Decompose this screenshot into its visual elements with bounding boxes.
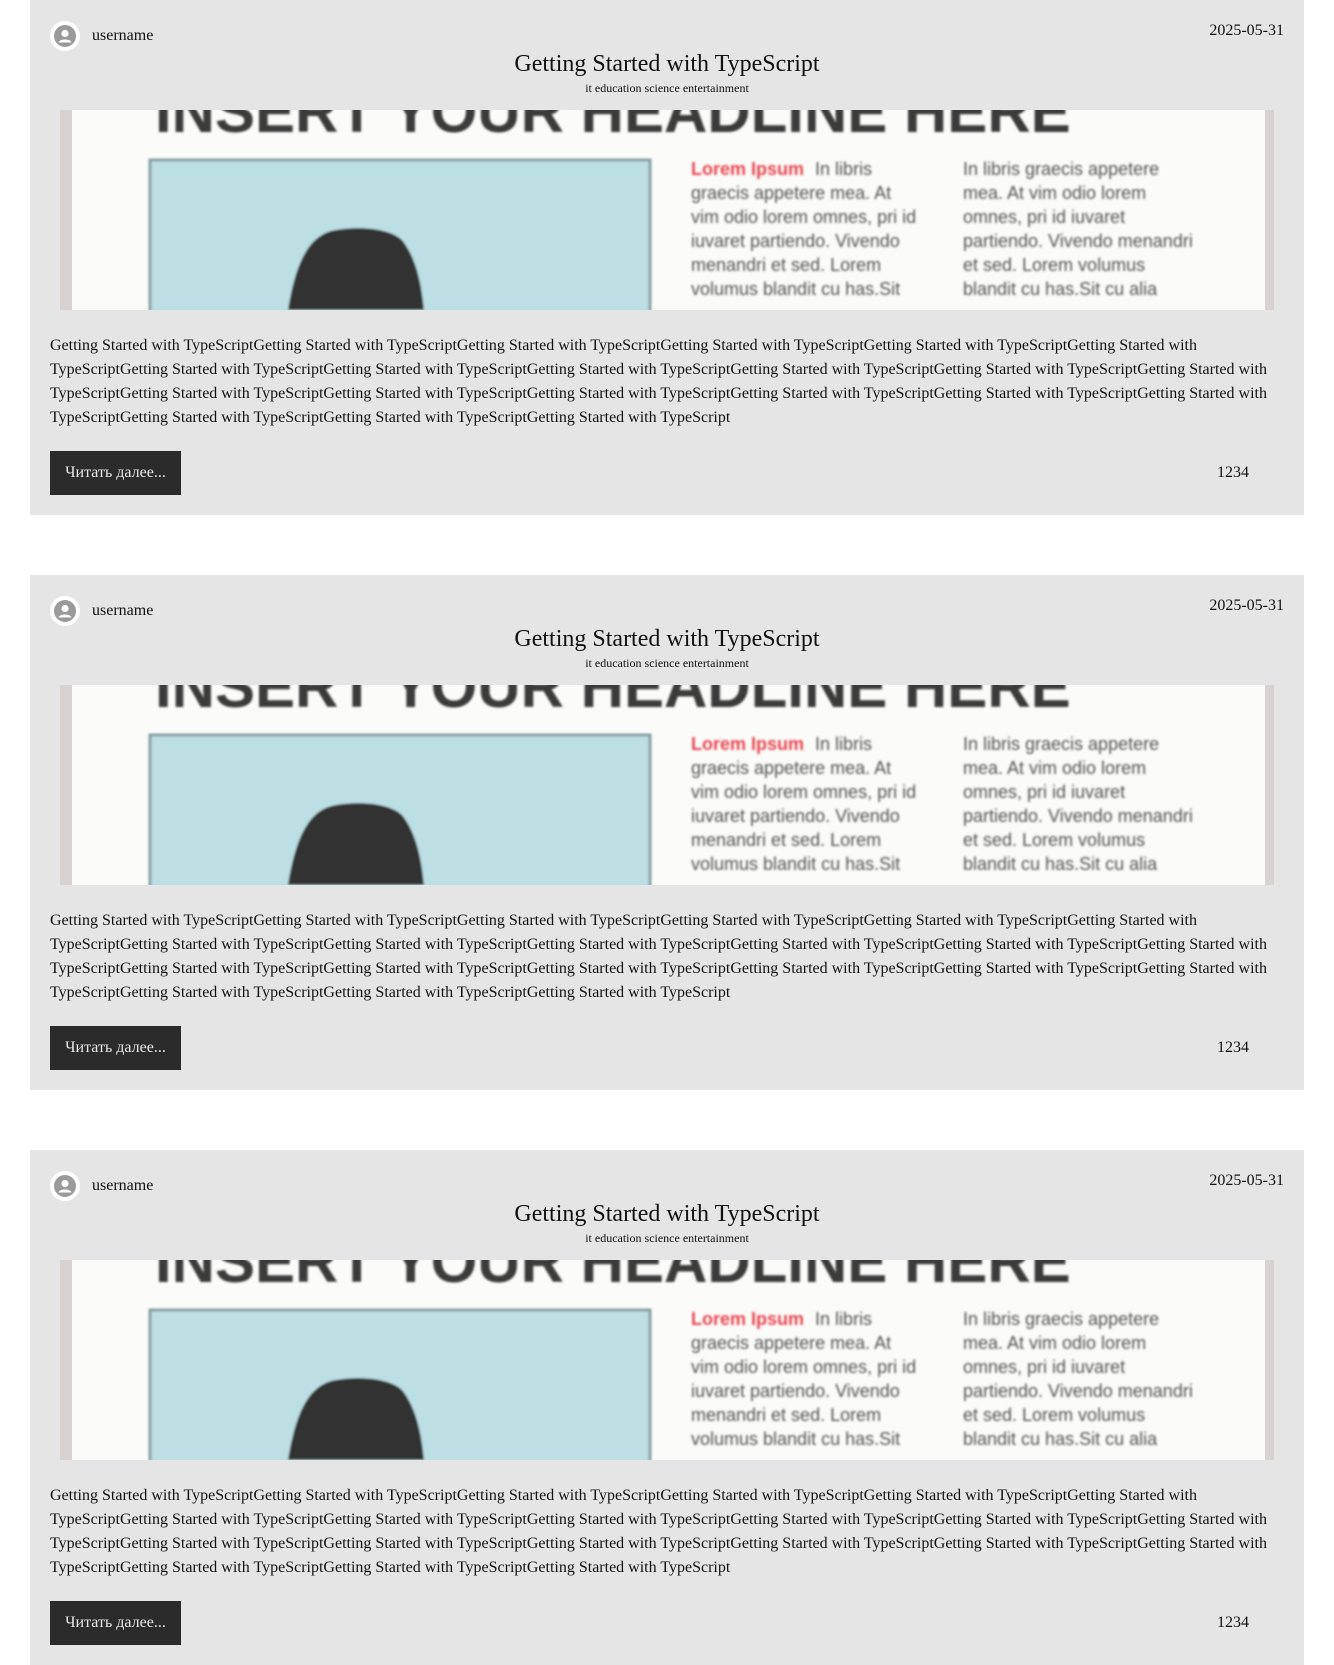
post-title[interactable]: Getting Started with TypeScript xyxy=(30,1199,1304,1229)
cover-col1-line: menandri et sed. Lorem xyxy=(691,1405,881,1425)
cover-col2-line: In libris graecis appetere xyxy=(963,159,1159,179)
cover-col2-line: mea. At vim odio lorem xyxy=(963,183,1146,203)
read-more-button[interactable]: Читать далее... xyxy=(50,451,181,495)
cover-col2-line: In libris graecis appetere xyxy=(963,734,1159,754)
post-date: 2025-05-31 xyxy=(1209,22,1284,39)
cover-lead: Lorem Ipsum xyxy=(691,159,804,179)
post-excerpt: Getting Started with TypeScriptGetting S… xyxy=(50,1487,1267,1576)
cover-col1-line: menandri et sed. Lorem xyxy=(691,255,881,275)
post-views-count: 1234 xyxy=(1217,1614,1249,1631)
cover-col1-line: graecis appetere mea. At xyxy=(691,758,891,778)
post-author[interactable]: username xyxy=(50,1171,153,1201)
cover-headline: INSERT YOUR HEADLINE HERE xyxy=(155,110,1071,145)
cover-col2-line: omnes, pri id iuvaret xyxy=(963,782,1125,802)
cover-col1-line: In libris xyxy=(815,1309,872,1329)
read-more-button[interactable]: Читать далее... xyxy=(50,1026,181,1070)
cover-col2-line: partiendo. Vivendo menandri xyxy=(963,806,1193,826)
post-tags: it education science entertainment xyxy=(585,81,749,95)
cover-col1-line: graecis appetere mea. At xyxy=(691,1333,891,1353)
cover-illustration: INSERT YOUR HEADLINE HERE Lorem Ipsum In… xyxy=(60,685,1274,885)
cover-col1-line: menandri et sed. Lorem xyxy=(691,830,881,850)
cover-col2-line: mea. At vim odio lorem xyxy=(963,1333,1146,1353)
post-author[interactable]: username xyxy=(50,21,153,51)
post-views-count: 1234 xyxy=(1217,1039,1249,1056)
cover-col1-line: vim odio lorem omnes, pri id xyxy=(691,1357,916,1377)
svg-text:Lorem Ipsum In lib: Lorem Ipsum In libris xyxy=(691,159,872,179)
cover-col1-line: In libris xyxy=(815,734,872,754)
cover-headline: INSERT YOUR HEADLINE HERE xyxy=(155,1260,1071,1295)
author-username[interactable]: username xyxy=(92,596,153,626)
cover-col2-line: omnes, pri id iuvaret xyxy=(963,207,1125,227)
post-excerpt: Getting Started with TypeScriptGetting S… xyxy=(50,912,1267,1001)
svg-text:Lorem Ipsum In lib: Lorem Ipsum In libris xyxy=(691,1309,872,1329)
cover-illustration: INSERT YOUR HEADLINE HERE Lorem Ipsum In… xyxy=(60,110,1274,310)
cover-col1-line: vim odio lorem omnes, pri id xyxy=(691,207,916,227)
cover-col2-line: blandit cu has.Sit cu alia xyxy=(963,1429,1158,1449)
cover-col1-line: volumus blandit cu has.Sit xyxy=(691,1429,900,1449)
post-tags: it education science entertainment xyxy=(585,656,749,670)
cover-col1-line: In libris xyxy=(815,159,872,179)
cover-lead: Lorem Ipsum xyxy=(691,1309,804,1329)
user-avatar-icon[interactable] xyxy=(50,596,80,626)
post-date: 2025-05-31 xyxy=(1209,597,1284,614)
cover-lead: Lorem Ipsum xyxy=(691,734,804,754)
post-tags: it education science entertainment xyxy=(585,1231,749,1245)
cover-col2-line: blandit cu has.Sit cu alia xyxy=(963,279,1158,299)
cover-col2-line: partiendo. Vivendo menandri xyxy=(963,231,1193,251)
cover-col1-line: graecis appetere mea. At xyxy=(691,183,891,203)
author-username[interactable]: username xyxy=(92,21,153,51)
post-cover-image[interactable]: INSERT YOUR HEADLINE HERE Lorem Ipsum In… xyxy=(60,685,1274,885)
cover-col1-line: volumus blandit cu has.Sit xyxy=(691,854,900,874)
cover-col2-line: blandit cu has.Sit cu alia xyxy=(963,854,1158,874)
cover-col2-line: partiendo. Vivendo menandri xyxy=(963,1381,1193,1401)
post-card: username 2025-05-31 Getting Started with… xyxy=(30,0,1304,515)
post-author[interactable]: username xyxy=(50,596,153,626)
cover-col2-line: In libris graecis appetere xyxy=(963,1309,1159,1329)
cover-col2-line: mea. At vim odio lorem xyxy=(963,758,1146,778)
cover-col1-line: iuvaret partiendo. Vivendo xyxy=(691,806,900,826)
user-avatar-icon[interactable] xyxy=(50,21,80,51)
post-title[interactable]: Getting Started with TypeScript xyxy=(30,624,1304,654)
post-card: username 2025-05-31 Getting Started with… xyxy=(30,575,1304,1090)
cover-illustration: INSERT YOUR HEADLINE HERE Lorem Ipsum In… xyxy=(60,1260,1274,1460)
post-card: username 2025-05-31 Getting Started with… xyxy=(30,1150,1304,1665)
user-avatar-icon[interactable] xyxy=(50,1171,80,1201)
post-cover-image[interactable]: INSERT YOUR HEADLINE HERE Lorem Ipsum In… xyxy=(60,1260,1274,1460)
cover-col1-line: volumus blandit cu has.Sit xyxy=(691,279,900,299)
post-cover-image[interactable]: INSERT YOUR HEADLINE HERE Lorem Ipsum In… xyxy=(60,110,1274,310)
cover-col2-line: et sed. Lorem volumus xyxy=(963,830,1145,850)
read-more-button[interactable]: Читать далее... xyxy=(50,1601,181,1645)
cover-col2-line: omnes, pri id iuvaret xyxy=(963,1357,1125,1377)
post-title[interactable]: Getting Started with TypeScript xyxy=(30,49,1304,79)
cover-col2-line: et sed. Lorem volumus xyxy=(963,1405,1145,1425)
cover-col1-line: iuvaret partiendo. Vivendo xyxy=(691,231,900,251)
cover-col1-line: vim odio lorem omnes, pri id xyxy=(691,782,916,802)
cover-col1-line: iuvaret partiendo. Vivendo xyxy=(691,1381,900,1401)
cover-headline: INSERT YOUR HEADLINE HERE xyxy=(155,685,1071,720)
svg-text:Lorem Ipsum In lib: Lorem Ipsum In libris xyxy=(691,734,872,754)
cover-col2-line: et sed. Lorem volumus xyxy=(963,255,1145,275)
post-feed: username 2025-05-31 Getting Started with… xyxy=(0,0,1334,1665)
post-date: 2025-05-31 xyxy=(1209,1172,1284,1189)
author-username[interactable]: username xyxy=(92,1171,153,1201)
post-excerpt: Getting Started with TypeScriptGetting S… xyxy=(50,337,1267,426)
post-views-count: 1234 xyxy=(1217,464,1249,481)
